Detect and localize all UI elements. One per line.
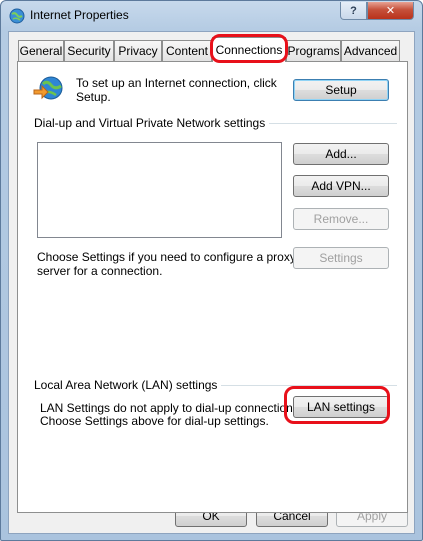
connections-listbox[interactable] xyxy=(37,142,282,238)
settings-button[interactable]: Settings xyxy=(293,247,389,269)
dialog-client-area: General Security Privacy Content Connect… xyxy=(8,31,415,534)
setup-button[interactable]: Setup xyxy=(293,79,389,101)
dialup-group-label: Dial-up and Virtual Private Network sett… xyxy=(34,116,270,130)
lan-settings-button-label: LAN settings xyxy=(306,400,376,414)
setup-description-line2: Setup. xyxy=(76,90,111,104)
title-bar[interactable]: Internet Properties ? ✕ xyxy=(1,1,422,31)
tab-label: Programs xyxy=(287,44,340,58)
tab-advanced[interactable]: Advanced xyxy=(341,40,400,61)
tab-label: Advanced xyxy=(343,44,398,58)
setup-description-line1: To set up an Internet connection, click xyxy=(76,76,277,90)
remove-button[interactable]: Remove... xyxy=(293,208,389,230)
tab-connections[interactable]: Connections xyxy=(212,37,286,62)
close-icon: ✕ xyxy=(385,5,396,17)
tab-security[interactable]: Security xyxy=(64,40,114,61)
tab-programs[interactable]: Programs xyxy=(286,40,341,61)
help-icon: ? xyxy=(350,4,357,17)
add-vpn-button[interactable]: Add VPN... xyxy=(293,175,389,197)
internet-globe-icon xyxy=(9,8,25,24)
tab-content[interactable]: Content xyxy=(162,40,212,61)
settings-button-label: Settings xyxy=(319,251,363,265)
tab-general[interactable]: General xyxy=(18,40,64,61)
tab-privacy[interactable]: Privacy xyxy=(114,40,162,61)
lan-description-line2: Choose Settings above for dial-up settin… xyxy=(40,414,269,428)
network-globe-icon xyxy=(33,76,63,100)
lan-settings-button[interactable]: LAN settings xyxy=(293,396,389,418)
connections-panel: To set up an Internet connection, click … xyxy=(17,61,408,513)
close-button[interactable]: ✕ xyxy=(367,2,414,20)
add-button-label: Add... xyxy=(325,147,357,161)
internet-properties-window: Internet Properties ? ✕ General Security… xyxy=(0,0,423,541)
lan-description-line1: LAN Settings do not apply to dial-up con… xyxy=(40,401,303,415)
proxy-description-line2: server for a connection. xyxy=(37,264,163,278)
tab-label: Connections xyxy=(215,43,283,57)
tab-label: Privacy xyxy=(118,44,158,58)
setup-button-label: Setup xyxy=(325,83,357,97)
tab-label: Security xyxy=(67,44,111,58)
proxy-description-line1: Choose Settings if you need to configure… xyxy=(37,250,296,264)
lan-group-label: Local Area Network (LAN) settings xyxy=(34,378,222,392)
help-button[interactable]: ? xyxy=(340,2,367,20)
tab-label: Content xyxy=(165,44,209,58)
add-vpn-button-label: Add VPN... xyxy=(311,179,371,193)
window-title: Internet Properties xyxy=(30,8,129,22)
add-button[interactable]: Add... xyxy=(293,143,389,165)
remove-button-label: Remove... xyxy=(313,212,369,226)
tab-label: General xyxy=(19,44,63,58)
